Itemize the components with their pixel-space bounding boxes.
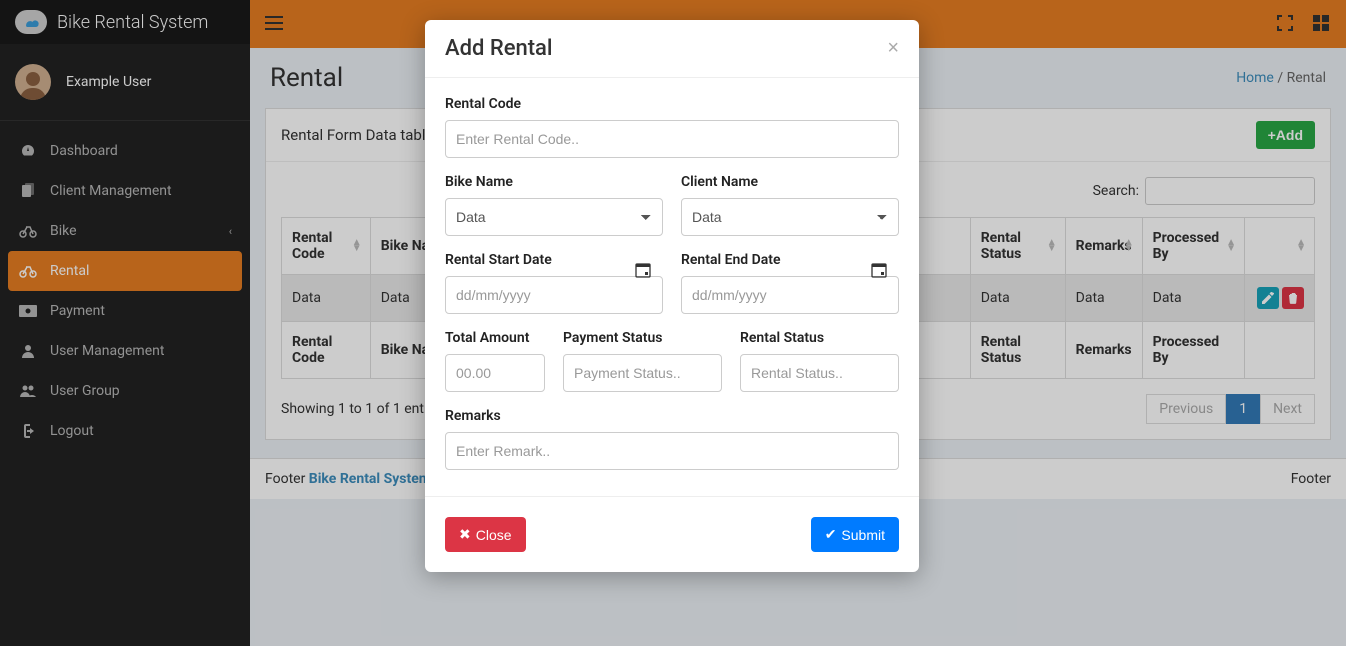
total-amount-label: Total Amount [445, 330, 545, 346]
modal-body: Rental Code Bike Name Data Client Name D… [425, 78, 919, 496]
start-date-input[interactable] [445, 276, 663, 314]
bike-name-label: Bike Name [445, 174, 663, 190]
client-name-label: Client Name [681, 174, 899, 190]
close-button[interactable]: ✖ Close [445, 517, 526, 552]
rental-status-label: Rental Status [740, 330, 899, 346]
rental-code-label: Rental Code [445, 96, 899, 112]
x-icon: ✖ [459, 526, 471, 543]
end-date-input[interactable] [681, 276, 899, 314]
modal-footer: ✖ Close ✔ Submit [425, 496, 919, 572]
close-icon[interactable]: × [887, 37, 899, 60]
add-rental-modal: Add Rental × Rental Code Bike Name Data … [425, 20, 919, 572]
rental-code-input[interactable] [445, 120, 899, 158]
client-name-select[interactable]: Data [681, 198, 899, 236]
submit-button[interactable]: ✔ Submit [811, 517, 899, 552]
remarks-label: Remarks [445, 408, 899, 424]
modal-header: Add Rental × [425, 20, 919, 78]
payment-status-input[interactable] [563, 354, 722, 392]
start-date-label: Rental Start Date [445, 252, 663, 268]
total-amount-input[interactable] [445, 354, 545, 392]
check-icon: ✔ [825, 526, 837, 543]
bike-name-select[interactable]: Data [445, 198, 663, 236]
payment-status-label: Payment Status [563, 330, 722, 346]
end-date-label: Rental End Date [681, 252, 899, 268]
remarks-input[interactable] [445, 432, 899, 470]
modal-title: Add Rental [445, 36, 553, 61]
rental-status-input[interactable] [740, 354, 899, 392]
